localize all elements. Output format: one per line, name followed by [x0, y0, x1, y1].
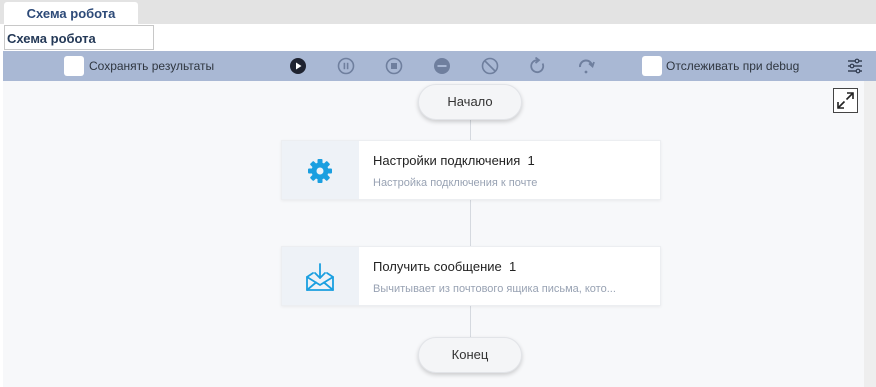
- minus-circle-icon[interactable]: [433, 57, 451, 75]
- node-title: Получить сообщение 1: [373, 259, 517, 274]
- pause-icon[interactable]: [337, 57, 355, 75]
- envelope-download-icon: [306, 263, 334, 291]
- scheme-title-field[interactable]: Схема робота: [4, 25, 154, 50]
- save-results-label: Сохранять результаты: [89, 59, 215, 73]
- scroll-gutter: [864, 81, 876, 387]
- gear-icon: [308, 159, 332, 183]
- flow-node-receive-message[interactable]: Получить сообщение 1 Вычитывает из почто…: [281, 246, 661, 306]
- toolbar: Сохранять результаты Отслеживать при deb…: [3, 51, 876, 81]
- save-results-checkbox[interactable]: [64, 56, 84, 76]
- connector-line: [470, 199, 471, 246]
- node-subtitle: Вычитывает из почтового ящика письма, ко…: [373, 283, 616, 295]
- end-node[interactable]: Конец: [418, 337, 522, 373]
- node-title: Настройки подключения 1: [373, 153, 535, 168]
- stop-icon[interactable]: [385, 57, 403, 75]
- cancel-icon[interactable]: [481, 57, 499, 75]
- restart-icon[interactable]: [529, 57, 547, 75]
- expand-icon: [837, 92, 854, 109]
- play-icon[interactable]: [289, 57, 307, 75]
- flow-node-connection-settings[interactable]: Настройки подключения 1 Настройка подклю…: [281, 140, 661, 200]
- tab-bar: Схема робота: [0, 0, 876, 24]
- expand-button[interactable]: [833, 88, 858, 113]
- start-node[interactable]: Начало: [418, 84, 522, 120]
- connector-line: [470, 120, 471, 140]
- redo-icon[interactable]: [577, 57, 595, 75]
- node-icon-area: [282, 141, 359, 199]
- node-icon-area: [282, 247, 359, 305]
- connector-line: [470, 305, 471, 337]
- tab-robot-scheme[interactable]: Схема робота: [4, 2, 138, 24]
- node-subtitle: Настройка подключения к почте: [373, 177, 538, 189]
- sliders-icon[interactable]: [846, 57, 864, 75]
- track-debug-label: Отслеживать при debug: [666, 59, 800, 73]
- track-debug-checkbox[interactable]: [642, 56, 662, 76]
